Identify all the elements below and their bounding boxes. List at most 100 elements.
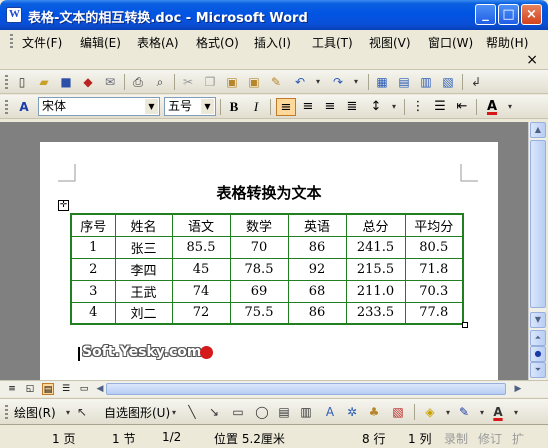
save-icon[interactable]: ■ [58, 74, 74, 90]
table-cell[interactable]: 45 [171, 257, 231, 281]
table-cell[interactable]: 69 [229, 279, 289, 303]
table-cell[interactable]: 86 [287, 301, 347, 325]
menu-file[interactable]: 文件(F) [22, 34, 62, 51]
menu-insert[interactable]: 插入(I) [254, 34, 291, 51]
font-color-dropdown-icon[interactable]: ▾ [502, 99, 518, 115]
fill-color-dropdown-icon[interactable]: ▾ [440, 405, 456, 421]
document-page[interactable]: 表格转换为文本 ✛ 序号 姓名 语文 数学 英语 总分 平均分 1 张三 85.… [40, 142, 498, 380]
table-cell[interactable]: 李四 [114, 257, 173, 281]
print-icon[interactable]: ⎙ [130, 74, 146, 90]
chevron-down-icon[interactable]: ▼ [201, 99, 214, 114]
numbering-button[interactable]: ⋮ [408, 98, 428, 116]
font-size-combo[interactable]: 五号 ▼ [164, 97, 216, 116]
scroll-up-button[interactable]: ▲ [530, 122, 546, 138]
status-record[interactable]: 录制 [444, 430, 468, 447]
document-area[interactable]: 表格转换为文本 ✛ 序号 姓名 语文 数学 英语 总分 平均分 1 张三 85.… [0, 122, 528, 380]
vertical-textbox-icon[interactable]: ▥ [298, 404, 314, 420]
status-extend[interactable]: 扩 [512, 430, 524, 447]
toolbar-grip[interactable] [5, 75, 8, 89]
close-button[interactable]: × [521, 4, 542, 25]
table-cell[interactable]: 211.0 [345, 279, 406, 303]
table-cell[interactable]: 85.5 [171, 235, 231, 259]
table-header-cell[interactable]: 总分 [345, 213, 406, 237]
table-cell[interactable]: 74 [171, 279, 231, 303]
browse-object-icon[interactable]: ● [530, 346, 546, 362]
word-app-icon[interactable] [6, 7, 22, 23]
autoshapes-button[interactable]: 自选图形(U) [104, 404, 170, 421]
menu-help[interactable]: 帮助(H) [486, 34, 528, 51]
font-name-combo[interactable]: 宋体 ▼ [38, 97, 160, 116]
print-view-icon[interactable]: ▤ [42, 383, 54, 395]
table-cell[interactable]: 92 [287, 257, 347, 281]
table-cell[interactable]: 70 [229, 235, 289, 259]
table-header-cell[interactable]: 语文 [171, 213, 231, 237]
table-cell[interactable]: 3 [70, 279, 116, 303]
table-resize-handle[interactable] [462, 322, 468, 328]
line-color-dropdown-icon[interactable]: ▾ [474, 405, 490, 421]
line-color-icon[interactable]: ✎ [456, 404, 472, 420]
email-icon[interactable]: ✉ [102, 74, 118, 90]
title-bar[interactable]: 表格-文本的相互转换.doc - Microsoft Word _ □ × [0, 0, 548, 30]
draw-font-color-dropdown-icon[interactable]: ▾ [508, 405, 524, 421]
line-spacing-button[interactable]: ↕ [366, 98, 386, 116]
diagram-icon[interactable]: ✲ [344, 404, 360, 420]
distributed-button[interactable]: ≣ [342, 98, 362, 116]
cut-icon[interactable]: ✂ [180, 74, 196, 90]
align-right-button[interactable]: ≡ [320, 98, 340, 116]
horizontal-scroll-thumb[interactable] [106, 383, 506, 395]
table-cell[interactable]: 80.5 [404, 235, 464, 259]
table-cell[interactable]: 刘二 [114, 301, 173, 325]
menu-view[interactable]: 视图(V) [369, 34, 411, 51]
status-track-changes[interactable]: 修订 [478, 430, 502, 447]
autoshapes-dropdown-icon[interactable]: ▾ [166, 405, 182, 421]
reading-view-icon[interactable]: ▭ [78, 383, 90, 395]
menu-window[interactable]: 窗口(W) [428, 34, 473, 51]
normal-view-icon[interactable]: ≡ [6, 383, 18, 395]
table-cell[interactable]: 241.5 [345, 235, 406, 259]
permission-icon[interactable]: ◆ [80, 74, 96, 90]
undo-icon[interactable]: ↶ [292, 74, 308, 90]
table-header-cell[interactable]: 序号 [70, 213, 116, 237]
table-cell[interactable]: 2 [70, 257, 116, 281]
table-header-cell[interactable]: 姓名 [114, 213, 173, 237]
toolbar-grip[interactable] [5, 100, 8, 114]
menu-table[interactable]: 表格(A) [137, 34, 179, 51]
outline-view-icon[interactable]: ☰ [60, 383, 72, 395]
paste-icon[interactable]: ▣ [224, 74, 240, 90]
table-cell[interactable]: 张三 [114, 235, 173, 259]
copy-icon[interactable]: ❐ [202, 74, 218, 90]
table-cell[interactable]: 233.5 [345, 301, 406, 325]
columns-icon[interactable]: ▧ [440, 74, 456, 90]
table-cell[interactable]: 78.5 [229, 257, 289, 281]
oval-tool-icon[interactable]: ◯ [254, 404, 270, 420]
open-folder-icon[interactable]: ▰ [36, 74, 52, 90]
new-document-icon[interactable]: ▯ [14, 74, 30, 90]
previous-page-icon[interactable]: ⏶ [530, 330, 546, 346]
next-page-icon[interactable]: ⏷ [530, 362, 546, 378]
table-header-cell[interactable]: 英语 [287, 213, 347, 237]
redo-icon[interactable]: ↷ [330, 74, 346, 90]
table-header-cell[interactable]: 平均分 [404, 213, 464, 237]
italic-button[interactable]: I [246, 98, 266, 116]
insert-excel-icon[interactable]: ▥ [418, 74, 434, 90]
table-cell[interactable]: 215.5 [345, 257, 406, 281]
table-cell[interactable]: 75.5 [229, 301, 289, 325]
menu-format[interactable]: 格式(O) [196, 34, 239, 51]
paste-special-icon[interactable]: ▣ [246, 74, 262, 90]
fill-color-icon[interactable]: ◈ [422, 404, 438, 420]
table-cell[interactable]: 72 [171, 301, 231, 325]
line-spacing-dropdown-icon[interactable]: ▾ [386, 99, 402, 115]
scroll-right-icon[interactable]: ▶ [512, 383, 524, 395]
vertical-scrollbar[interactable]: ▲ ▼ ⏶ ● ⏷ [528, 122, 546, 380]
horizontal-scrollbar[interactable]: ≡ ◱ ▤ ☰ ▭ ◀ ▶ [0, 380, 548, 397]
scroll-left-icon[interactable]: ◀ [94, 383, 106, 395]
table-cell[interactable]: 王武 [114, 279, 173, 303]
minimize-button[interactable]: _ [475, 4, 496, 25]
table-cell[interactable]: 4 [70, 301, 116, 325]
clipart-icon[interactable]: ♣ [366, 404, 382, 420]
align-justify-button[interactable]: ≡ [276, 98, 296, 116]
draw-menu-button[interactable]: 绘图(R) [14, 404, 56, 421]
menu-edit[interactable]: 编辑(E) [80, 34, 121, 51]
toolbar-options-icon[interactable]: ↲ [468, 74, 484, 90]
table-cell[interactable]: 68 [287, 279, 347, 303]
